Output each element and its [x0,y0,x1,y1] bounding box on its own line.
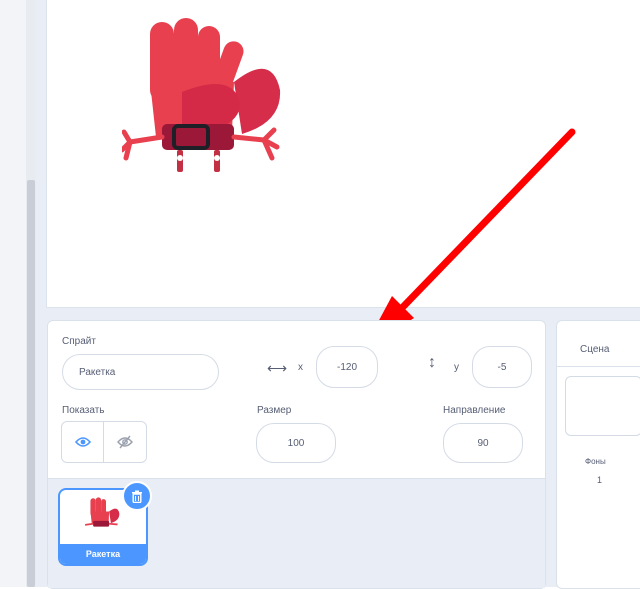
backdrops-count: 1 [597,475,603,485]
show-visible-button[interactable] [61,421,105,463]
size-label: Размер [257,405,292,416]
vertical-arrows-icon: ↕ [428,354,436,371]
stage-selector-panel[interactable] [556,320,640,589]
size-input[interactable]: 100 [256,423,336,463]
glove-cuff [162,124,234,150]
glove-legs [177,150,220,172]
stage-title: Сцена [580,344,610,355]
stage-thumbnail[interactable] [565,376,640,436]
y-input[interactable]: -5 [472,346,532,388]
x-input[interactable]: -120 [316,346,378,388]
direction-value: 90 [477,437,489,449]
direction-input[interactable]: 90 [443,423,523,463]
eye-icon [75,437,91,447]
show-hidden-button[interactable] [103,421,147,463]
sprite-name-value: Ракетка [79,366,116,378]
glove-hand [150,18,281,137]
x-value: -120 [336,361,357,373]
sprite-label: Спрайт [62,336,96,347]
direction-label: Направление [443,405,506,416]
x-label: x [298,362,303,373]
stage-canvas[interactable] [46,0,640,308]
y-value: -5 [497,361,507,373]
sprite-thumbnail-image [84,497,120,527]
size-value: 100 [287,437,305,449]
stage-divider [556,366,640,367]
show-label: Показать [62,405,105,416]
horizontal-arrows-icon: ⟷ [267,360,288,376]
y-label: y [454,362,459,373]
sprite-thumbnail-label: Ракетка [60,544,146,564]
sprite-name-input[interactable]: Ракетка [62,354,219,390]
scrollbar-thumb[interactable] [27,180,35,587]
backdrops-label: Фоны [585,457,606,466]
sprite-glove-image[interactable] [122,12,282,192]
delete-sprite-button[interactable] [122,481,152,511]
eye-slash-icon [117,435,133,449]
trash-icon [132,490,142,503]
